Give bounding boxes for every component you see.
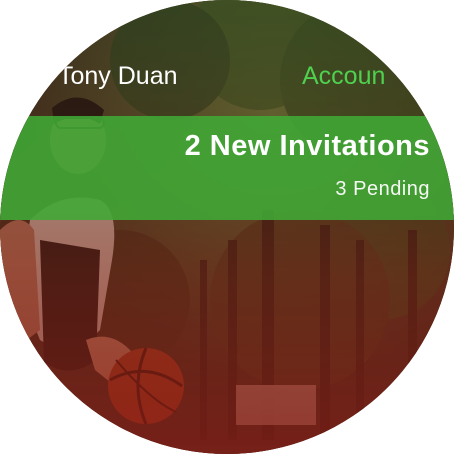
watch-face: AM Tony Duan Accoun 2 New Invitations 3 … xyxy=(0,0,454,454)
invitations-title: 2 New Invitations xyxy=(184,130,430,162)
user-name: Tony Duan xyxy=(58,62,178,90)
pending-count: 3 Pending xyxy=(335,178,430,200)
status-time: AM xyxy=(88,10,116,30)
account-button[interactable]: Accoun xyxy=(302,62,385,91)
invitations-banner[interactable]: 2 New Invitations 3 Pending xyxy=(0,116,454,220)
